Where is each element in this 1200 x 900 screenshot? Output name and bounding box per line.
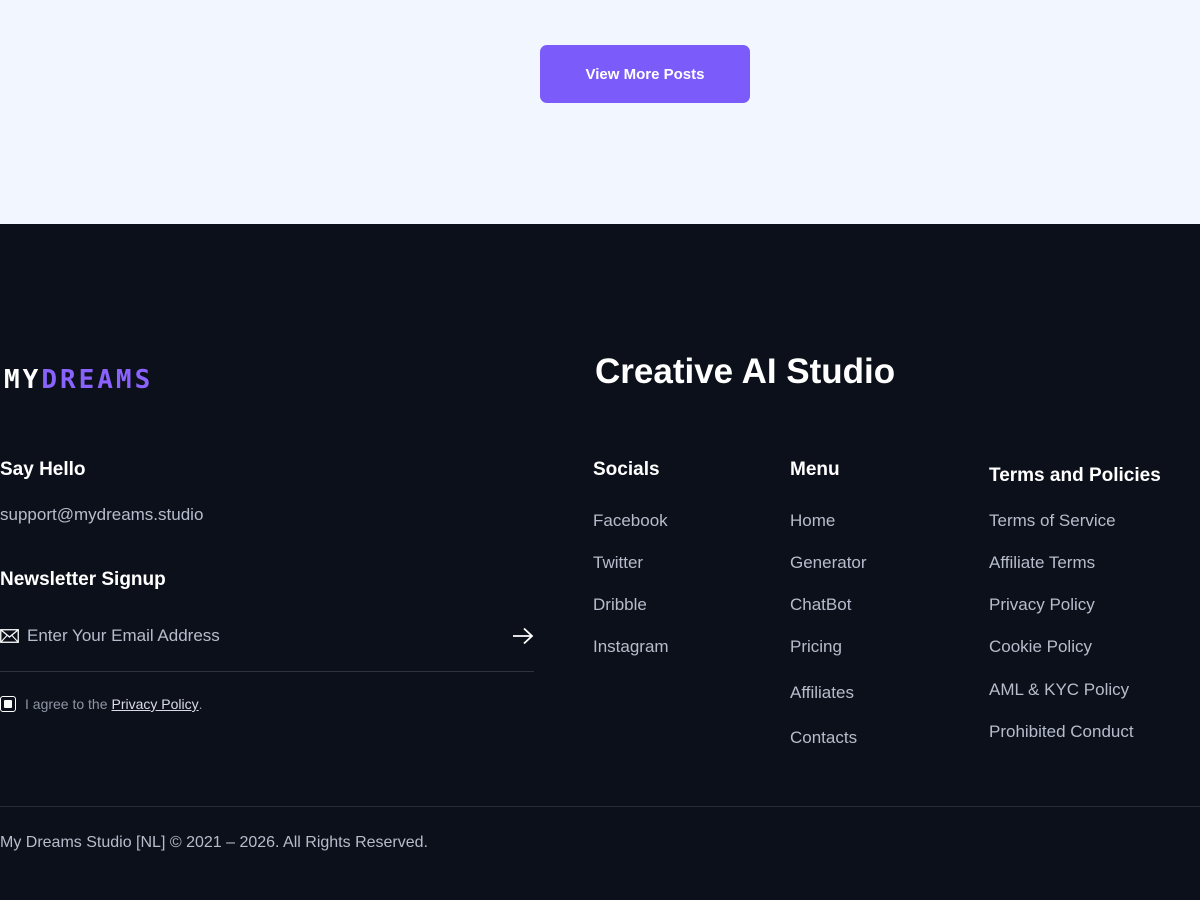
logo-my: MY (4, 365, 42, 395)
menu-link-contacts[interactable]: Contacts (790, 728, 857, 748)
email-underline (0, 671, 534, 672)
menu-link-affiliates[interactable]: Affiliates (790, 683, 854, 703)
agree-text: I agree to the (25, 696, 108, 712)
say-hello-heading: Say Hello (0, 459, 86, 480)
agree-suffix: . (198, 696, 203, 712)
social-link-dribble[interactable]: Dribble (593, 595, 647, 615)
footer-title: Creative AI Studio (595, 352, 896, 391)
newsletter-form (0, 620, 534, 652)
top-section: View More Posts (0, 0, 1200, 224)
menu-link-pricing[interactable]: Pricing (790, 637, 842, 657)
social-link-twitter[interactable]: Twitter (593, 553, 643, 573)
footer: MY DREAMS Creative AI Studio Say Hello s… (0, 224, 1200, 900)
privacy-checkbox[interactable] (0, 696, 16, 712)
newsletter-heading: Newsletter Signup (0, 569, 166, 590)
copyright-text: My Dreams Studio [NL] © 2021 – 2026. All… (0, 834, 428, 851)
privacy-policy-link[interactable]: Privacy Policy (112, 696, 199, 712)
terms-link-affiliate-terms[interactable]: Affiliate Terms (989, 553, 1095, 573)
menu-link-chatbot[interactable]: ChatBot (790, 595, 851, 615)
menu-link-generator[interactable]: Generator (790, 553, 867, 573)
menu-heading: Menu (790, 459, 840, 480)
mail-icon (0, 629, 19, 643)
social-link-facebook[interactable]: Facebook (593, 511, 668, 531)
logo-dreams: DREAMS (41, 365, 154, 395)
terms-link-aml-kyc-policy[interactable]: AML & KYC Policy (989, 680, 1129, 700)
newsletter-email-input[interactable] (27, 626, 512, 646)
view-more-posts-button[interactable]: View More Posts (540, 45, 750, 103)
checkbox-check (4, 700, 12, 708)
terms-link-terms-of-service[interactable]: Terms of Service (989, 511, 1116, 531)
terms-link-prohibited-conduct[interactable]: Prohibited Conduct (989, 722, 1134, 742)
terms-link-privacy-policy[interactable]: Privacy Policy (989, 595, 1095, 615)
social-link-instagram[interactable]: Instagram (593, 637, 669, 657)
support-email-link[interactable]: support@mydreams.studio (0, 505, 203, 525)
footer-divider (0, 806, 1200, 807)
privacy-agree-row: I agree to the Privacy Policy . (0, 696, 203, 712)
arrow-right-icon[interactable] (512, 627, 534, 645)
terms-heading: Terms and Policies (989, 465, 1161, 486)
terms-link-cookie-policy[interactable]: Cookie Policy (989, 637, 1092, 657)
menu-link-home[interactable]: Home (790, 511, 835, 531)
socials-heading: Socials (593, 459, 660, 480)
logo[interactable]: MY DREAMS (4, 364, 153, 396)
